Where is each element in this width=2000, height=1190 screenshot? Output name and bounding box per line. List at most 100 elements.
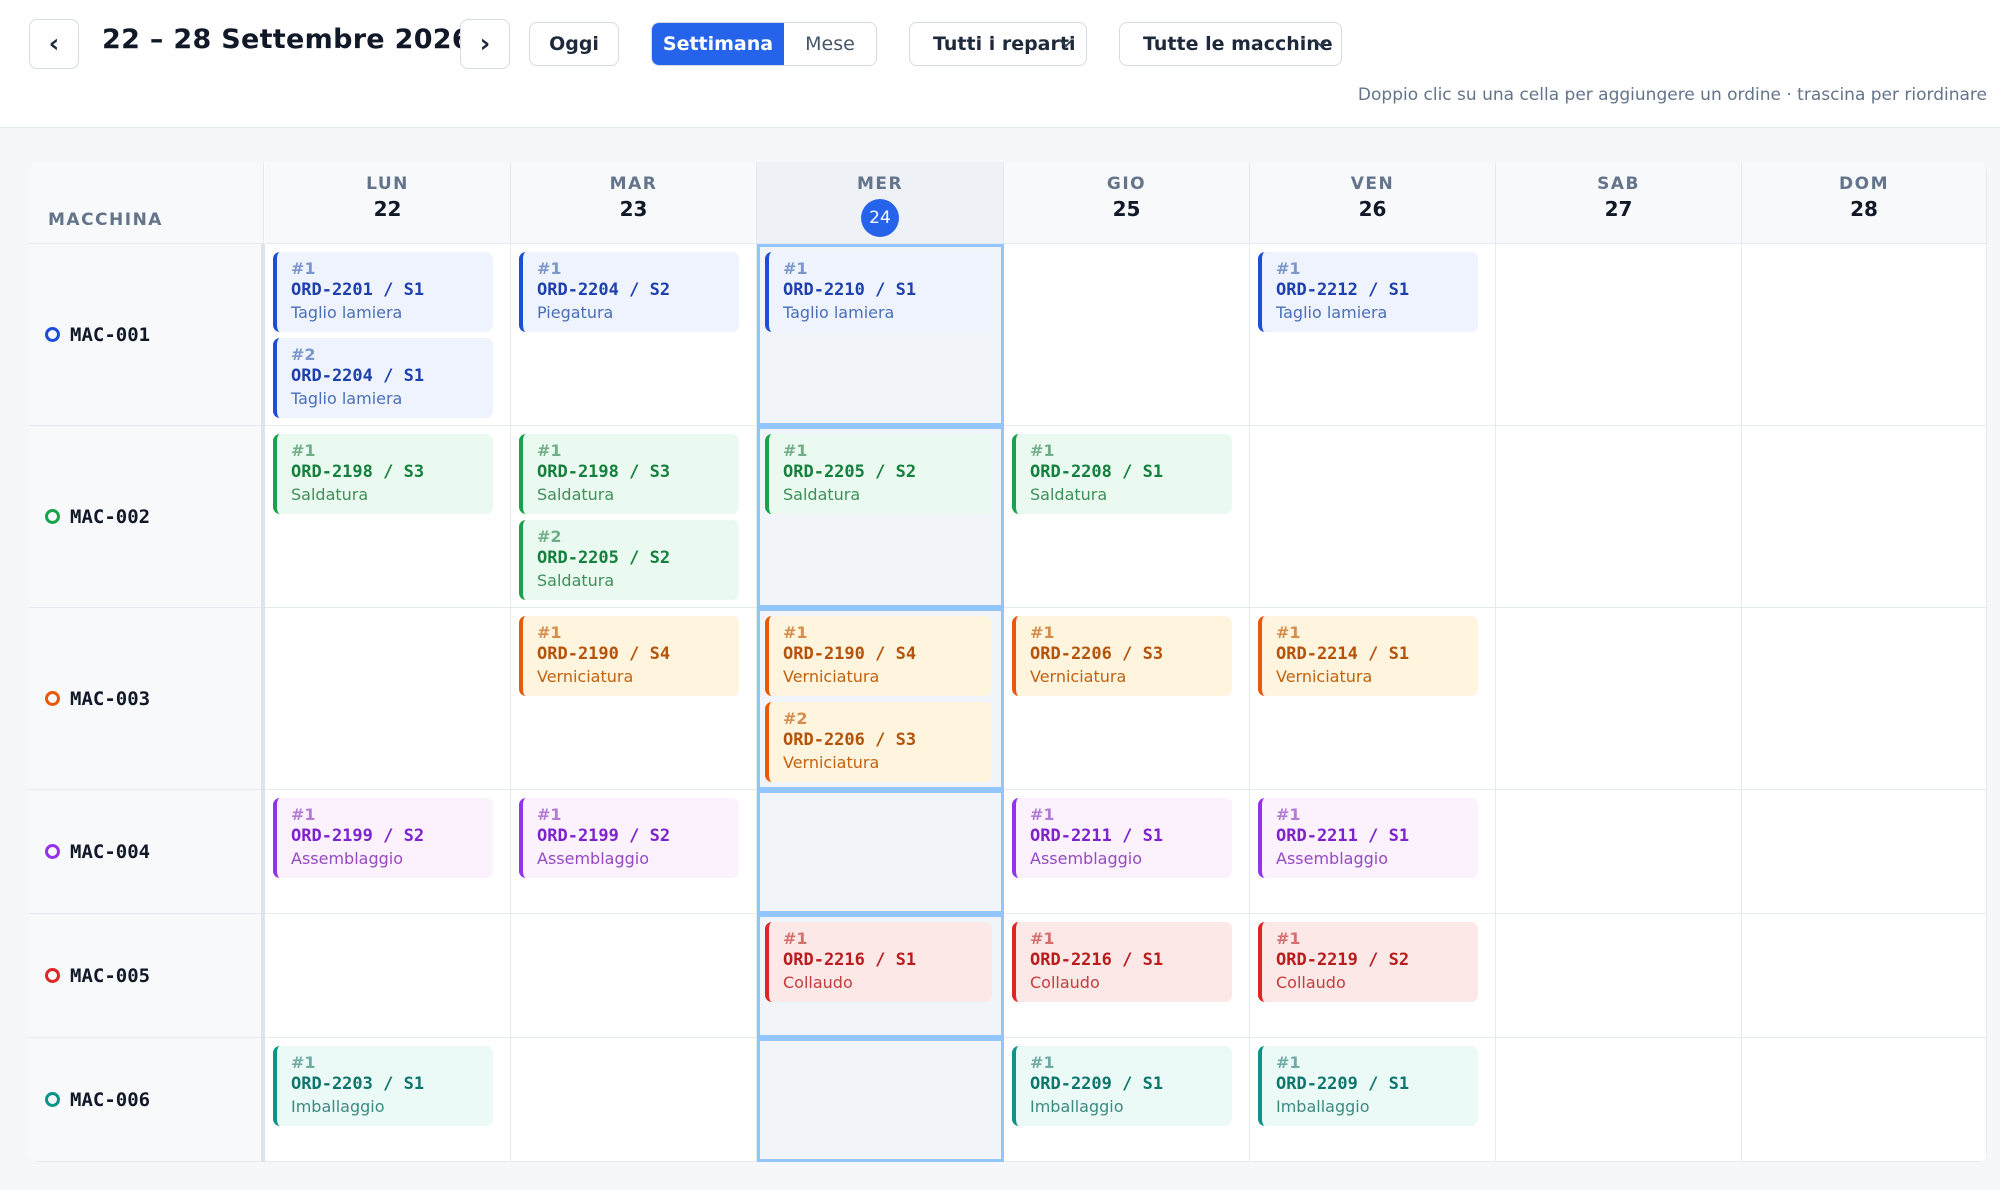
order-card[interactable]: #1 ORD-2199 / S2 Assemblaggio	[519, 798, 739, 878]
day-header-dom: DOM 28	[1742, 162, 1987, 244]
order-code: ORD-2199 / S2	[537, 826, 671, 846]
schedule-cell[interactable]: #1 ORD-2204 / S2 Piegatura	[511, 244, 757, 426]
schedule-cell[interactable]	[1496, 790, 1742, 914]
schedule-cell[interactable]	[1496, 426, 1742, 608]
order-card[interactable]: #1 ORD-2204 / S2 Piegatura	[519, 252, 739, 332]
prev-week-button[interactable]: ‹	[29, 19, 79, 69]
view-week-button[interactable]: Settimana	[652, 23, 784, 65]
order-card[interactable]: #1 ORD-2219 / S2 Collaudo	[1258, 922, 1478, 1002]
order-card[interactable]: #1 ORD-2190 / S4 Verniciatura	[519, 616, 739, 696]
schedule-cell[interactable]: #1 ORD-2198 / S3 Saldatura #2 ORD-2205 / S2 S…	[511, 426, 757, 608]
day-header-sab: SAB 27	[1496, 162, 1742, 244]
schedule-cell[interactable]	[1742, 1038, 1987, 1162]
today-button[interactable]: Oggi	[529, 22, 619, 66]
order-card[interactable]: #1 ORD-2214 / S1 Verniciatura	[1258, 616, 1478, 696]
schedule-cell[interactable]	[1496, 1038, 1742, 1162]
order-card[interactable]: #1 ORD-2198 / S3 Saldatura	[273, 434, 493, 514]
schedule-cell[interactable]: #1 ORD-2205 / S2 Saldatura	[757, 426, 1004, 608]
schedule-cell[interactable]: #1 ORD-2190 / S4 Verniciatura #2 ORD-2206 / …	[757, 608, 1004, 790]
schedule-cell[interactable]: #1 ORD-2199 / S2 Assemblaggio	[511, 790, 757, 914]
order-card[interactable]: #1 ORD-2216 / S1 Collaudo	[1012, 922, 1232, 1002]
week-title: 22 – 28 Settembre 2026	[102, 24, 471, 55]
order-card[interactable]: #1 ORD-2190 / S4 Verniciatura	[765, 616, 992, 696]
schedule-cell[interactable]	[265, 608, 511, 790]
schedule-cell[interactable]: #1 ORD-2190 / S4 Verniciatura	[511, 608, 757, 790]
view-month-button[interactable]: Mese	[784, 23, 876, 65]
order-card[interactable]: #1 ORD-2211 / S1 Assemblaggio	[1012, 798, 1232, 878]
department-filter-select[interactable]: Tutti i reparti	[909, 22, 1087, 66]
order-card[interactable]: #1 ORD-2201 / S1 Taglio lamiera	[273, 252, 493, 332]
order-card[interactable]: #1 ORD-2205 / S2 Saldatura	[765, 434, 992, 514]
schedule-cell[interactable]	[1742, 608, 1987, 790]
machine-column-header: MACCHINA	[29, 162, 264, 244]
order-card[interactable]: #2 ORD-2206 / S3 Verniciatura	[765, 702, 992, 782]
order-card[interactable]: #1 ORD-2198 / S3 Saldatura	[519, 434, 739, 514]
order-card[interactable]: #1 ORD-2209 / S1 Imballaggio	[1258, 1046, 1478, 1126]
machine-row-label: MAC-002	[29, 426, 261, 608]
order-card[interactable]: #1 ORD-2210 / S1 Taglio lamiera	[765, 252, 992, 332]
machine-status-icon	[45, 844, 60, 859]
schedule-cell[interactable]: #1 ORD-2199 / S2 Assemblaggio	[265, 790, 511, 914]
order-sequence: #1	[1276, 929, 1301, 948]
order-code: ORD-2216 / S1	[1030, 950, 1164, 970]
order-sequence: #1	[537, 259, 562, 278]
schedule-cell[interactable]: #1 ORD-2209 / S1 Imballaggio	[1004, 1038, 1250, 1162]
order-card[interactable]: #2 ORD-2204 / S1 Taglio lamiera	[273, 338, 493, 418]
schedule-cell[interactable]	[757, 790, 1004, 914]
order-card[interactable]: #1 ORD-2212 / S1 Taglio lamiera	[1258, 252, 1478, 332]
day-header-gio: GIO 25	[1004, 162, 1250, 244]
schedule-cell[interactable]	[757, 1038, 1004, 1162]
schedule-cell[interactable]	[1742, 426, 1987, 608]
order-card[interactable]: #1 ORD-2199 / S2 Assemblaggio	[273, 798, 493, 878]
machine-status-icon	[45, 1092, 60, 1107]
schedule-cell[interactable]	[511, 914, 757, 1038]
schedule-cell[interactable]	[1496, 608, 1742, 790]
operation-name: Piegatura	[537, 303, 614, 322]
schedule-cell[interactable]	[265, 914, 511, 1038]
schedule-cell[interactable]: #1 ORD-2211 / S1 Assemblaggio	[1250, 790, 1496, 914]
order-card[interactable]: #1 ORD-2216 / S1 Collaudo	[765, 922, 992, 1002]
schedule-cell[interactable]: #1 ORD-2211 / S1 Assemblaggio	[1004, 790, 1250, 914]
order-sequence: #1	[291, 441, 316, 460]
operation-name: Taglio lamiera	[783, 303, 895, 322]
schedule-cell[interactable]	[1496, 244, 1742, 426]
schedule-cell[interactable]	[1742, 914, 1987, 1038]
schedule-cell[interactable]	[1742, 244, 1987, 426]
schedule-cell[interactable]: #1 ORD-2212 / S1 Taglio lamiera	[1250, 244, 1496, 426]
schedule-cell[interactable]: #1 ORD-2214 / S1 Verniciatura	[1250, 608, 1496, 790]
schedule-cell[interactable]	[1742, 790, 1987, 914]
order-card[interactable]: #2 ORD-2205 / S2 Saldatura	[519, 520, 739, 600]
order-code: ORD-2190 / S4	[537, 644, 671, 664]
schedule-cell[interactable]: #1 ORD-2203 / S1 Imballaggio	[265, 1038, 511, 1162]
schedule-cell[interactable]	[1496, 914, 1742, 1038]
machine-name: MAC-004	[70, 840, 151, 863]
day-name: DOM	[1839, 174, 1889, 194]
schedule-cell[interactable]: #1 ORD-2201 / S1 Taglio lamiera #2 ORD-2204 …	[265, 244, 511, 426]
schedule-cell[interactable]: #1 ORD-2209 / S1 Imballaggio	[1250, 1038, 1496, 1162]
order-card[interactable]: #1 ORD-2209 / S1 Imballaggio	[1012, 1046, 1232, 1126]
day-name: VEN	[1350, 174, 1395, 194]
order-sequence: #1	[1276, 1053, 1301, 1072]
schedule-cell[interactable]	[1250, 426, 1496, 608]
order-sequence: #1	[1030, 929, 1055, 948]
schedule-cell[interactable]: #1 ORD-2216 / S1 Collaudo	[1004, 914, 1250, 1038]
order-sequence: #1	[1030, 623, 1055, 642]
order-card[interactable]: #1 ORD-2211 / S1 Assemblaggio	[1258, 798, 1478, 878]
day-name: GIO	[1106, 174, 1147, 194]
order-card[interactable]: #1 ORD-2206 / S3 Verniciatura	[1012, 616, 1232, 696]
next-week-button[interactable]: ›	[460, 19, 510, 69]
machine-filter-value: Tutte le macchine	[1143, 33, 1333, 55]
order-card[interactable]: #1 ORD-2208 / S1 Saldatura	[1012, 434, 1232, 514]
operation-name: Taglio lamiera	[1276, 303, 1388, 322]
order-card[interactable]: #1 ORD-2203 / S1 Imballaggio	[273, 1046, 493, 1126]
day-name: SAB	[1597, 174, 1640, 194]
schedule-cell[interactable]: #1 ORD-2198 / S3 Saldatura	[265, 426, 511, 608]
schedule-cell[interactable]	[1004, 244, 1250, 426]
schedule-cell[interactable]: #1 ORD-2210 / S1 Taglio lamiera	[757, 244, 1004, 426]
schedule-cell[interactable]: #1 ORD-2216 / S1 Collaudo	[757, 914, 1004, 1038]
schedule-cell[interactable]: #1 ORD-2208 / S1 Saldatura	[1004, 426, 1250, 608]
schedule-cell[interactable]: #1 ORD-2219 / S2 Collaudo	[1250, 914, 1496, 1038]
schedule-cell[interactable]	[511, 1038, 757, 1162]
machine-filter-select[interactable]: Tutte le macchine	[1119, 22, 1342, 66]
schedule-cell[interactable]: #1 ORD-2206 / S3 Verniciatura	[1004, 608, 1250, 790]
